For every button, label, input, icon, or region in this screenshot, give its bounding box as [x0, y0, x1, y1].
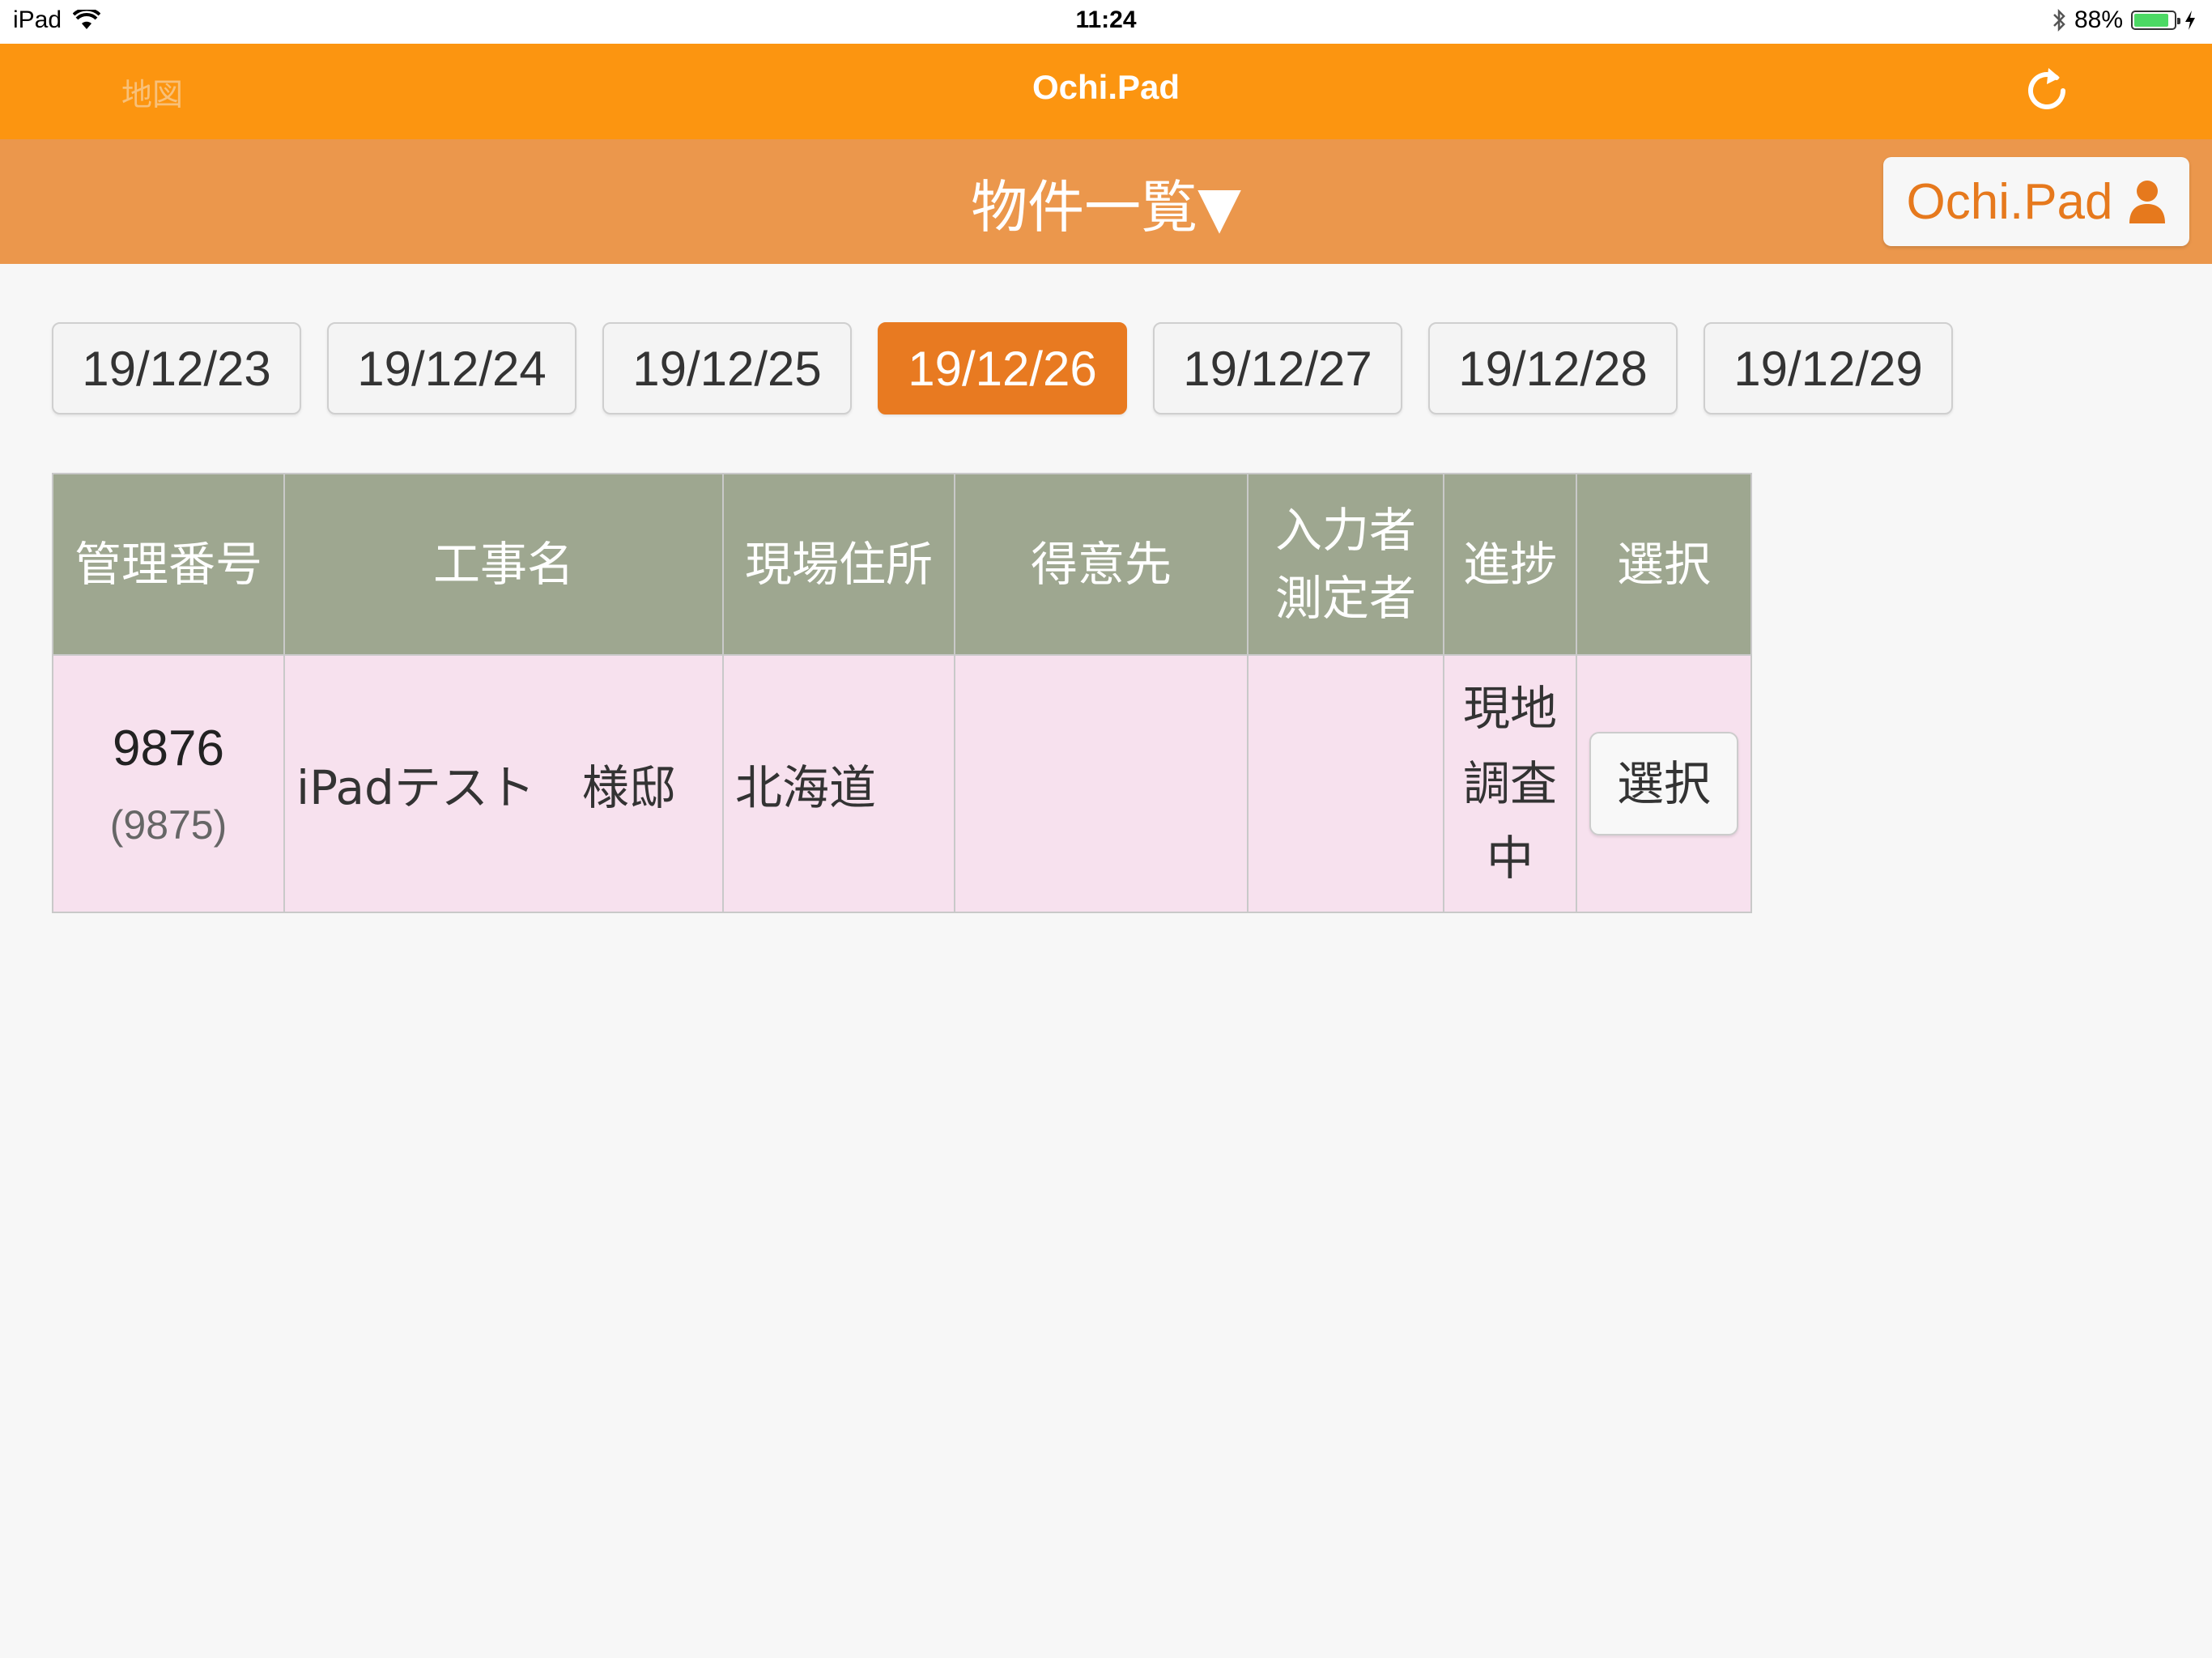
- header-select: 選択: [1576, 473, 1752, 656]
- management-number: 9876: [113, 720, 224, 776]
- property-table: 管理番号 工事名 現場住所 得意先 入力者 測定者 進捗 選択 9876 (98…: [52, 473, 1752, 913]
- header-input-by-line1: 入力者: [1274, 502, 1416, 558]
- user-icon: [2129, 181, 2165, 223]
- cell-select: 選択: [1576, 654, 1752, 913]
- nav-bar: 地図 Ochi.Pad: [0, 44, 2212, 139]
- battery-icon: [2131, 11, 2180, 30]
- header-input-by: 入力者 測定者: [1247, 473, 1444, 656]
- battery-percent: 88%: [2074, 6, 2123, 33]
- cell-project-name: iPadテスト 様邸: [283, 654, 724, 913]
- app-title: Ochi.Pad: [1032, 68, 1180, 106]
- cell-client: [954, 654, 1249, 913]
- charging-bolt-icon: [2185, 11, 2195, 30]
- date-tab[interactable]: 19/12/27: [1153, 322, 1402, 414]
- list-title-dropdown[interactable]: 物件一覧▼: [0, 162, 2212, 244]
- date-tab[interactable]: 19/12/28: [1428, 322, 1678, 414]
- status-time: 11:24: [1075, 6, 1137, 33]
- table-header-row: 管理番号 工事名 現場住所 得意先 入力者 測定者 進捗 選択: [52, 473, 1752, 656]
- progress-line: 中: [1486, 831, 1534, 886]
- date-tab-active[interactable]: 19/12/26: [878, 322, 1127, 414]
- date-tabs: 19/12/23 19/12/24 19/12/25 19/12/26 19/1…: [52, 322, 1953, 414]
- status-right: 88%: [2052, 6, 2196, 34]
- date-tab[interactable]: 19/12/23: [52, 322, 301, 414]
- cell-address: 北海道: [722, 654, 955, 913]
- cell-id: 9876 (9875): [52, 654, 285, 913]
- sub-management-number: (9875): [109, 801, 228, 848]
- progress-line: 現地: [1462, 680, 1557, 736]
- table-row: 9876 (9875) iPadテスト 様邸 北海道 現地 調査 中 選択: [52, 654, 1752, 913]
- sub-header: 物件一覧▼ Ochi.Pad: [0, 139, 2212, 264]
- header-name: 工事名: [283, 473, 724, 656]
- header-progress: 進捗: [1443, 473, 1577, 656]
- refresh-icon[interactable]: [2021, 63, 2073, 115]
- date-tab[interactable]: 19/12/24: [327, 322, 576, 414]
- header-input-by-line2: 測定者: [1274, 571, 1416, 626]
- status-bar: iPad 11:24 88%: [0, 0, 2212, 44]
- select-button[interactable]: 選択: [1589, 732, 1738, 835]
- cell-input-by: [1247, 654, 1444, 913]
- progress-line: 調査: [1462, 755, 1557, 811]
- date-tab[interactable]: 19/12/29: [1704, 322, 1953, 414]
- header-address: 現場住所: [722, 473, 955, 656]
- cell-progress: 現地 調査 中: [1443, 654, 1577, 913]
- bluetooth-icon: [2053, 8, 2065, 32]
- user-button[interactable]: Ochi.Pad: [1883, 157, 2189, 246]
- date-tab[interactable]: 19/12/25: [602, 322, 852, 414]
- header-client: 得意先: [954, 473, 1249, 656]
- user-button-label: Ochi.Pad: [1906, 173, 2113, 230]
- battery-level: [2134, 14, 2169, 27]
- header-id: 管理番号: [52, 473, 285, 656]
